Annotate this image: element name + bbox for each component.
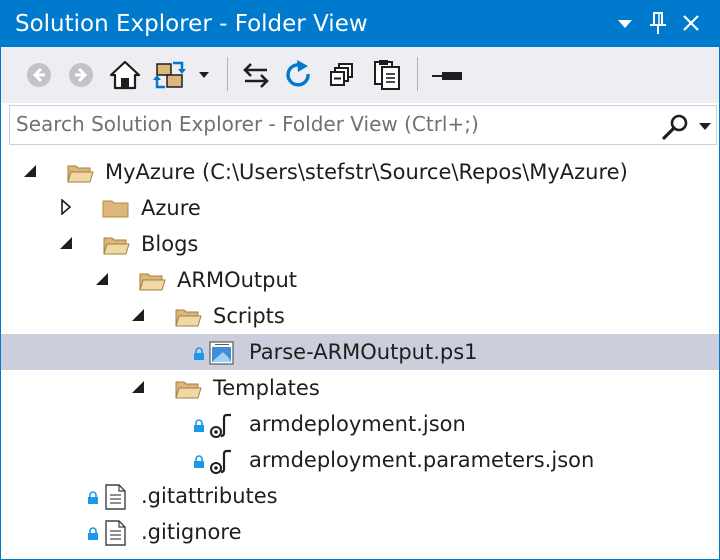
tree-item-label: Azure [141, 196, 201, 220]
back-button[interactable] [23, 59, 55, 91]
tree-item-parse-armoutput-ps1[interactable]: Parse-ARMOutput.ps1 [1, 334, 719, 370]
tree-item-azure[interactable]: Azure [1, 190, 719, 226]
expanded-arrow-icon[interactable] [131, 307, 147, 323]
show-all-files-button[interactable] [370, 59, 404, 91]
tree-item-templates[interactable]: Templates [1, 370, 719, 406]
switch-views-icon [153, 61, 209, 89]
search-icon[interactable] [660, 112, 690, 142]
lock-icon [194, 419, 204, 432]
window-title: Solution Explorer - Folder View [15, 11, 368, 37]
lock-icon [88, 527, 98, 540]
lock-icon [88, 491, 98, 504]
toolbar-separator [227, 57, 228, 91]
dropdown-arrow-icon [618, 20, 632, 28]
collapse-all-button[interactable] [327, 59, 359, 91]
window-menu-button[interactable] [611, 9, 639, 37]
forward-button[interactable] [65, 59, 97, 91]
home-icon [109, 60, 141, 90]
home-button[interactable] [108, 59, 142, 91]
lock-icon [194, 347, 204, 360]
tree-item-label: ARMOutput [177, 268, 298, 292]
refresh-icon [286, 60, 310, 87]
folder-open-icon [139, 273, 166, 291]
folder-open-icon [175, 381, 202, 399]
collapse-all-icon [330, 63, 353, 86]
tree-item-label: .gitignore [141, 520, 242, 544]
copy-pages-icon [374, 60, 400, 90]
sync-button[interactable] [239, 59, 273, 91]
tree-item-gitattributes[interactable]: .gitattributes [1, 478, 719, 514]
json-file-icon [210, 413, 231, 438]
forward-arrow-icon [69, 63, 93, 87]
close-button[interactable] [677, 9, 705, 37]
tree-item-armdeployment-json[interactable]: armdeployment.json [1, 406, 719, 442]
tree-item-label: armdeployment.json [249, 412, 466, 436]
folder-icon [102, 200, 129, 218]
json-file-icon [210, 449, 231, 474]
tree-item-armoutput[interactable]: ARMOutput [1, 262, 719, 298]
tree-item-label: armdeployment.parameters.json [249, 448, 595, 472]
search-options-chevron-down-icon[interactable] [698, 122, 712, 132]
folder-open-icon [103, 237, 130, 255]
close-icon [683, 15, 699, 31]
search-box [9, 105, 717, 145]
tree-item-scripts[interactable]: Scripts [1, 298, 719, 334]
back-arrow-icon [27, 63, 51, 87]
folder-open-icon [67, 165, 94, 183]
tree-item-gitignore[interactable]: .gitignore [1, 514, 719, 550]
sync-arrows-icon [243, 63, 269, 88]
search-input[interactable] [16, 109, 646, 139]
lock-icon [194, 455, 204, 468]
tree-item-myazure[interactable]: MyAzure (C:\Users\stefstr\Source\Repos\M… [1, 154, 719, 190]
tree-item-label: Blogs [141, 232, 199, 256]
refresh-button[interactable] [283, 59, 315, 91]
collapsed-arrow-icon[interactable] [59, 199, 75, 215]
title-bar[interactable]: Solution Explorer - Folder View [1, 1, 719, 47]
toolbar [1, 47, 719, 103]
powershell-file-icon [209, 341, 234, 365]
tree-item-label: Scripts [213, 304, 285, 328]
tree-item-blogs[interactable]: Blogs [1, 226, 719, 262]
switch-views-button[interactable] [153, 59, 215, 91]
text-file-icon [105, 520, 126, 546]
tree-item-label: Parse-ARMOutput.ps1 [249, 340, 478, 364]
expanded-arrow-icon[interactable] [23, 163, 39, 179]
tree-item-label: MyAzure (C:\Users\stefstr\Source\Repos\M… [105, 160, 628, 184]
properties-button[interactable] [429, 59, 465, 91]
pin-icon [650, 12, 666, 34]
expanded-arrow-icon[interactable] [95, 271, 111, 287]
tree-item-label: .gitattributes [141, 484, 278, 508]
expanded-arrow-icon[interactable] [131, 379, 147, 395]
properties-icon [432, 72, 462, 80]
tree-item-label: Templates [213, 376, 320, 400]
solution-explorer-window: Solution Explorer - Folder View Search S… [0, 0, 720, 560]
folder-open-icon [175, 309, 202, 327]
solution-tree: MyAzure (C:\Users\stefstr\Source\Repos\M… [1, 153, 719, 559]
pin-button[interactable] [644, 9, 672, 37]
toolbar-separator [417, 57, 418, 91]
tree-item-armdeployment-parameters-json[interactable]: armdeployment.parameters.json [1, 442, 719, 478]
expanded-arrow-icon[interactable] [59, 235, 75, 251]
text-file-icon [105, 484, 126, 510]
